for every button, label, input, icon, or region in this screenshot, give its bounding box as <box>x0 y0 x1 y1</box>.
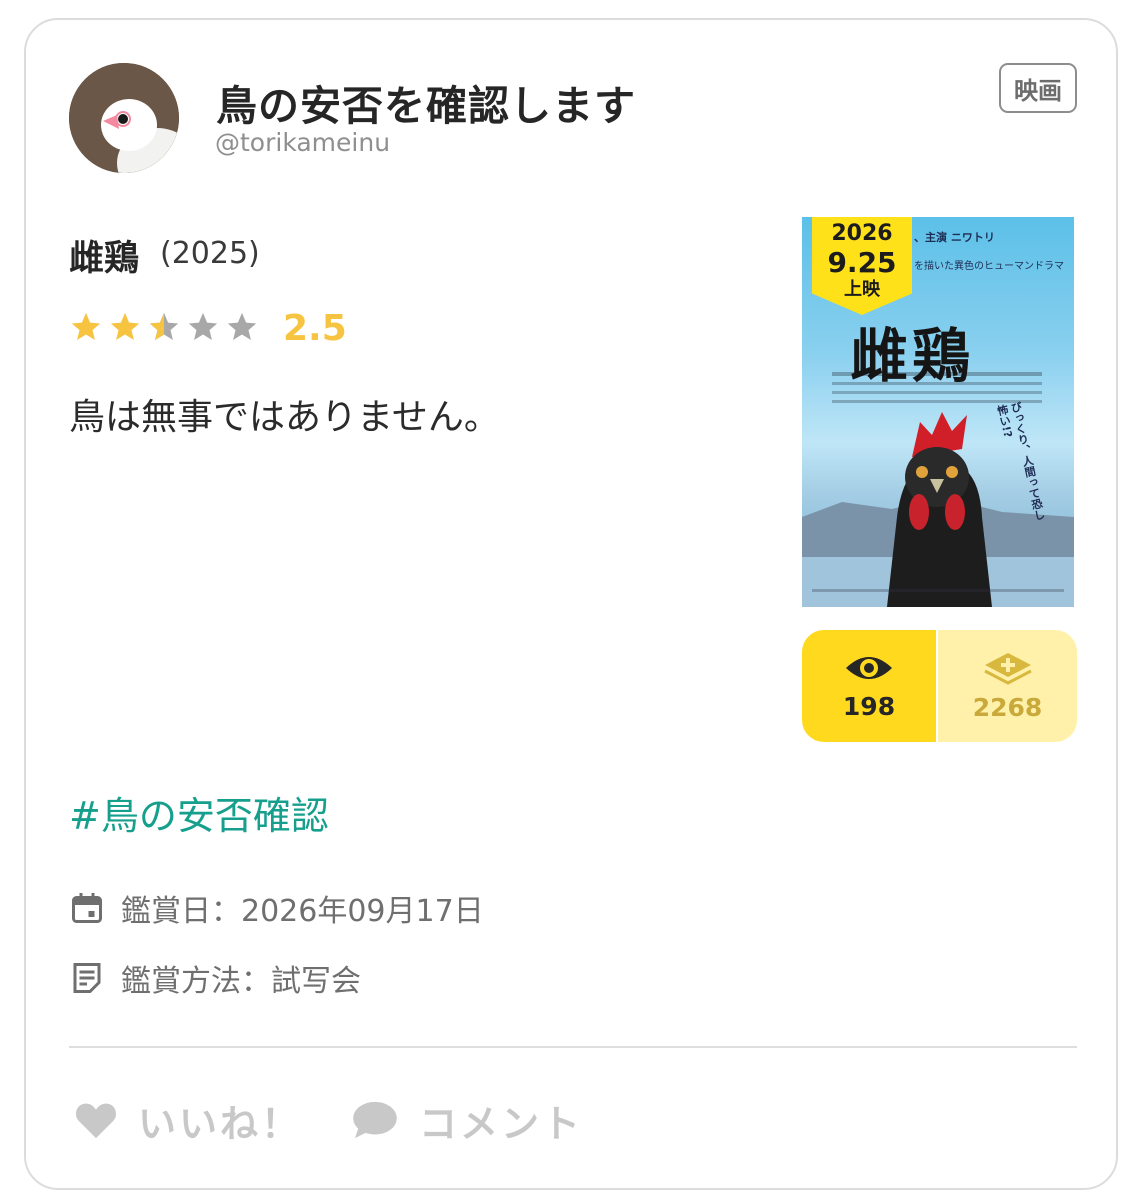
viewing-date-row: 鑑賞日：2026年09月17日 <box>69 888 484 929</box>
review-body: 鳥は無事ではありません。 <box>69 397 500 438</box>
user-avatar[interactable] <box>69 63 179 173</box>
badge-year: 2026 <box>831 221 893 246</box>
stats-panel: 198 2268 <box>802 630 1077 742</box>
user-name[interactable]: 鳥の安否を確認します <box>216 72 636 132</box>
eye-icon <box>846 656 892 679</box>
heart-icon <box>75 1103 117 1139</box>
user-handle[interactable]: @torikameinu <box>215 128 390 157</box>
half-star-icon <box>149 312 179 341</box>
watched-button[interactable]: 198 <box>802 630 937 742</box>
speech-bubble-icon <box>353 1101 397 1139</box>
viewing-method-row: 鑑賞方法：試写会 <box>69 958 361 999</box>
category-badge: 映画 <box>999 63 1077 113</box>
star-icon <box>71 312 101 341</box>
poster-tagline: 、主演 ニワトリ <box>914 231 995 244</box>
poster-subtagline: を描いた異色のヒューマンドラマ <box>914 261 1064 272</box>
note-icon <box>73 963 101 993</box>
badge-date: 9.25 <box>827 246 897 279</box>
star-rating <box>69 310 259 350</box>
hashtag-link[interactable]: #鳥の安否確認 <box>69 785 329 840</box>
star-icon <box>188 312 218 341</box>
movie-poster[interactable]: 、主演 ニワトリ を描いた異色のヒューマンドラマ 雌鶏 びっくり、人間って恐し怖… <box>802 217 1074 607</box>
movie-title[interactable]: 雌鶏 <box>69 230 139 281</box>
watched-count: 198 <box>842 691 896 721</box>
viewing-method: 鑑賞方法：試写会 <box>121 964 361 999</box>
rating-score: 2.5 <box>283 308 347 349</box>
comment-label: コメント <box>419 1101 584 1146</box>
star-icon <box>227 312 257 341</box>
viewing-date: 鑑賞日：2026年09月17日 <box>121 894 484 929</box>
movie-year: (2025) <box>160 236 260 271</box>
divider <box>69 1046 1077 1048</box>
comment-button[interactable]: コメント <box>351 1095 584 1146</box>
review-card: 鳥の安否を確認します @torikameinu 映画 雌鶏 (2025) 2.5… <box>24 18 1118 1190</box>
like-label: いいね！ <box>138 1101 303 1146</box>
star-icon <box>110 312 140 341</box>
clipped-count: 2268 <box>972 692 1043 722</box>
clip-button[interactable]: 2268 <box>938 630 1077 742</box>
poster-title: 雌鶏 <box>850 322 975 390</box>
calendar-icon <box>72 893 102 923</box>
badge-label: 上映 <box>844 279 880 300</box>
clip-add-icon <box>983 652 1032 685</box>
like-button[interactable]: いいね！ <box>74 1095 303 1146</box>
